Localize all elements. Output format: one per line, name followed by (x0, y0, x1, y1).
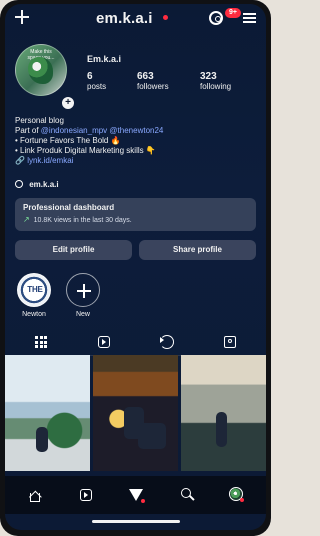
tab-reels[interactable] (96, 334, 112, 350)
home-indicator (92, 520, 180, 523)
phone-device: em.k.a.i 9+ Make this space you... + Em.… (0, 0, 271, 536)
dashboard-subtitle: ↗ 10.8K views in the last 30 days. (23, 215, 132, 224)
highlight-new[interactable]: New (63, 273, 103, 319)
newton-badge-text: THE (27, 285, 43, 294)
profile-notification-dot (240, 498, 244, 502)
profile-thumbnail-icon (229, 487, 244, 502)
dashboard-subtitle-text: 10.8K views in the last 30 days. (33, 217, 132, 224)
home-icon (28, 488, 42, 502)
post-vehicle-2 (138, 423, 166, 449)
nav-profile[interactable] (229, 487, 245, 503)
bio-line1-prefix: Part of (15, 126, 41, 135)
repost-icon (160, 335, 174, 349)
trend-up-icon: ↗ (23, 215, 30, 224)
status-dot (163, 15, 168, 20)
threads-icon[interactable] (209, 11, 223, 25)
highlight-new-label: New (75, 311, 90, 318)
nav-send[interactable] (129, 487, 145, 503)
bio-category: Personal blog (15, 116, 64, 125)
reels-icon (98, 336, 110, 348)
profile-avatar[interactable]: Make this space you... (15, 44, 67, 96)
post-thumbnail-3[interactable] (181, 355, 266, 471)
avatar-art (28, 57, 53, 84)
profile-tabs (5, 329, 266, 357)
dashboard-title: Professional dashboard (23, 203, 115, 212)
new-highlight-icon (66, 273, 100, 307)
following-count: 323 (200, 71, 217, 82)
link-icon: 🔗 (15, 156, 28, 165)
highlight-newton[interactable]: THE Newton (14, 273, 54, 319)
following-stat[interactable]: 323 following (200, 71, 248, 92)
bio-link-indonesian-mpv[interactable]: @indonesian_mpv (41, 126, 107, 135)
display-name: Em.k.a.i (87, 54, 122, 64)
following-label: following (200, 82, 232, 91)
send-notification-dot (141, 499, 145, 503)
bio-line-3: • Link Produk Digital Marketing skills 👇 (15, 146, 156, 155)
post-thumbnail-1[interactable] (5, 355, 90, 471)
top-bar: em.k.a.i 9+ (5, 4, 266, 38)
create-post-icon[interactable] (15, 10, 29, 24)
menu-icon[interactable] (243, 13, 256, 23)
bottom-navigation (5, 476, 266, 514)
edit-profile-button[interactable]: Edit profile (15, 240, 132, 260)
professional-dashboard[interactable]: Professional dashboard ↗ 10.8K views in … (15, 198, 256, 231)
add-story-icon[interactable]: + (61, 96, 75, 110)
tab-tagged[interactable] (222, 334, 238, 350)
profile-username[interactable]: em.k.a.i (96, 10, 153, 27)
bio-link-thenewton24[interactable]: @thenewton24 (109, 126, 163, 135)
tagged-icon (224, 336, 236, 348)
threads-mini-icon (15, 180, 23, 188)
search-icon (181, 488, 191, 498)
post-person-3 (216, 412, 227, 447)
threads-handle[interactable]: em.k.a.i (15, 180, 59, 190)
bio-line-1: Part of @indonesian_mpv @thenewton24 (15, 126, 250, 136)
followers-stat[interactable]: 663 followers (137, 71, 185, 92)
grid-icon (35, 336, 47, 348)
highlight-newton-label: Newton (22, 311, 46, 318)
posts-label: posts (87, 82, 107, 91)
profile-bio: Personal blog Part of @indonesian_mpv @t… (15, 116, 250, 166)
followers-count: 663 (137, 71, 154, 82)
tab-grid[interactable] (21, 334, 61, 357)
bio-link[interactable]: 🔗 lynk.id/emkai (15, 156, 250, 166)
reels-nav-icon (80, 489, 92, 501)
posts-count: 6 (87, 71, 93, 82)
bio-link-label: lynk.id/emkai (27, 156, 74, 165)
tab-reposts[interactable] (159, 334, 175, 350)
instagram-profile-screen: em.k.a.i 9+ Make this space you... + Em.… (5, 4, 266, 530)
nav-search[interactable] (180, 487, 196, 503)
posts-stat[interactable]: 6 posts (87, 71, 135, 92)
nav-reels[interactable] (78, 487, 94, 503)
bio-line-2: • Fortune Favors The Bold 🔥 (15, 136, 121, 145)
share-profile-button[interactable]: Share profile (139, 240, 256, 260)
newton-highlight-circle: THE (17, 273, 51, 307)
post-thumbnail-2[interactable] (93, 355, 178, 471)
threads-handle-label: em.k.a.i (29, 180, 59, 189)
followers-label: followers (137, 82, 169, 91)
notifications-badge: 9+ (225, 8, 241, 18)
nav-home[interactable] (27, 487, 43, 503)
post-person-1 (36, 427, 48, 452)
